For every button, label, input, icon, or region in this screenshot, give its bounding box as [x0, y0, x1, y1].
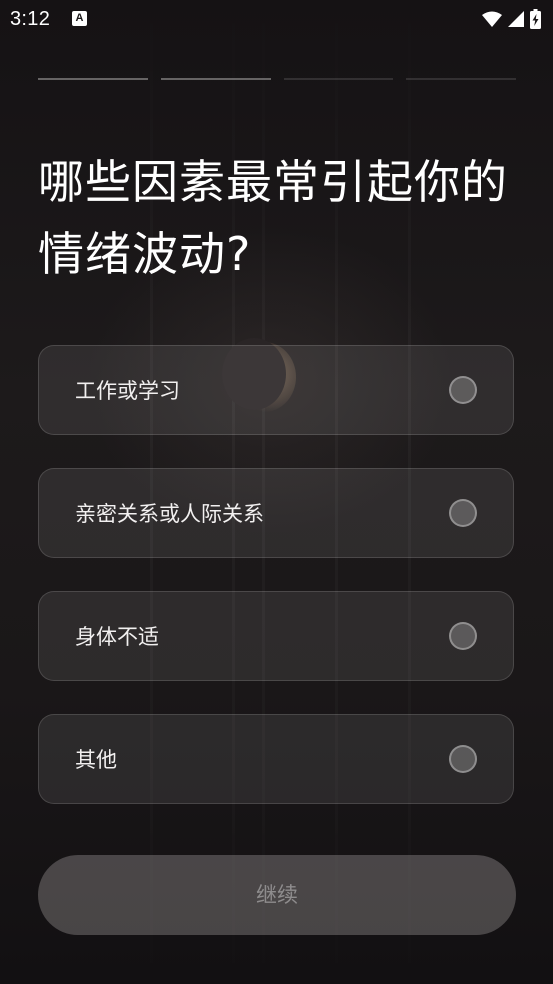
progress-segment	[283, 78, 394, 80]
step-progress-indicator	[38, 78, 516, 80]
radio-button[interactable]	[449, 745, 477, 773]
radio-button[interactable]	[449, 499, 477, 527]
continue-button[interactable]: 继续	[38, 855, 516, 935]
radio-button[interactable]	[449, 622, 477, 650]
option-label: 亲密关系或人际关系	[75, 502, 264, 526]
option-physical-discomfort[interactable]: 身体不适	[38, 591, 514, 681]
wifi-icon	[482, 11, 502, 27]
question-title: 哪些因素最常引起你的情绪波动?	[38, 155, 508, 281]
status-icons	[482, 8, 541, 30]
option-relationships[interactable]: 亲密关系或人际关系	[38, 468, 514, 558]
progress-segment	[160, 78, 271, 80]
battery-charging-icon	[530, 9, 541, 29]
progress-segment	[38, 78, 148, 80]
progress-segment	[406, 78, 516, 80]
option-label: 其他	[75, 748, 117, 772]
option-work-or-study[interactable]: 工作或学习	[38, 345, 514, 435]
status-time: 3:12	[10, 8, 51, 30]
option-label: 身体不适	[75, 625, 159, 649]
option-label: 工作或学习	[75, 379, 180, 403]
onboarding-screen: 3:12 A 哪些因素最常引起你的情绪波动? 工作或学习 亲密关系或人际关系 身…	[0, 0, 553, 984]
notification-app-icon: A	[72, 11, 87, 26]
option-other[interactable]: 其他	[38, 714, 514, 804]
radio-button[interactable]	[449, 376, 477, 404]
status-bar: 3:12 A	[0, 0, 553, 38]
cellular-signal-icon	[508, 11, 524, 27]
